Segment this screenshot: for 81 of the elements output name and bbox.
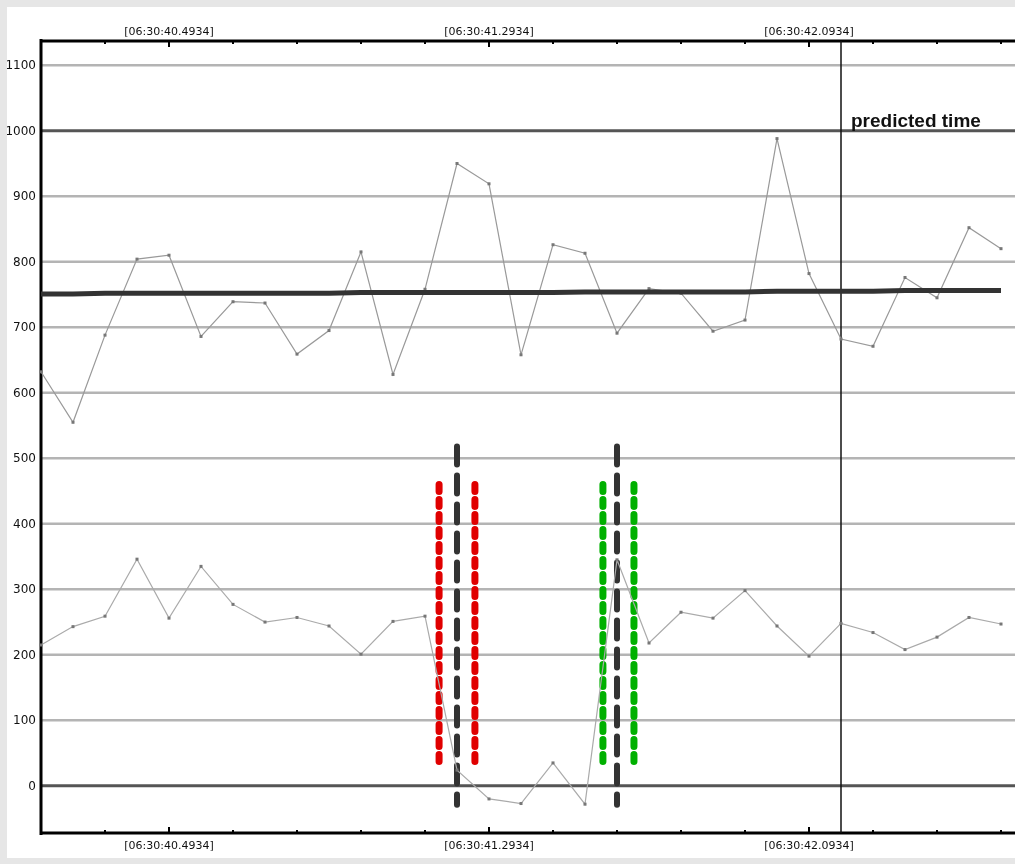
data-point (231, 602, 235, 606)
data-point (455, 162, 459, 165)
data-point (999, 622, 1003, 626)
data-point (359, 250, 363, 254)
y-axis-label: 0 (28, 778, 36, 793)
x-axis-label: [06:30:42.0934] (764, 25, 854, 38)
data-point (999, 247, 1003, 251)
data-point (615, 331, 619, 335)
data-point (679, 610, 683, 614)
y-axis-label: 900 (13, 189, 36, 204)
y-axis-label: 600 (13, 385, 36, 400)
data-point (103, 614, 107, 618)
data-point (903, 648, 907, 652)
data-point (871, 344, 875, 348)
data-point (487, 182, 491, 186)
data-point (231, 300, 235, 304)
data-point (327, 624, 331, 628)
y-axis-label: 1100 (7, 58, 36, 73)
data-point (551, 243, 555, 247)
y-axis-label: 200 (13, 647, 36, 662)
data-point (807, 272, 811, 276)
data-point (391, 619, 395, 623)
y-axis-label: 800 (13, 254, 36, 269)
x-axis-label: [06:30:40.4934] (124, 839, 214, 852)
data-point (199, 334, 203, 338)
data-point (903, 276, 907, 279)
data-point (519, 353, 523, 357)
data-point (935, 635, 939, 639)
data-point (679, 291, 683, 295)
data-point (647, 641, 651, 645)
data-point (935, 296, 939, 300)
data-point (71, 420, 75, 424)
data-point (647, 287, 651, 291)
y-axis-label: 400 (13, 516, 36, 531)
data-point (583, 802, 587, 806)
y-axis-label: 300 (13, 582, 36, 597)
data-point (39, 643, 43, 647)
data-point (327, 329, 331, 333)
data-point (199, 564, 203, 568)
data-point (359, 652, 363, 656)
data-point (711, 329, 715, 333)
data-point (775, 624, 779, 628)
data-point (711, 616, 715, 620)
annotation-label: predicted time (851, 109, 981, 131)
data-point (167, 616, 171, 620)
x-axis-label: [06:30:41.2934] (444, 839, 534, 852)
data-point (839, 621, 843, 625)
x-axis-label: [06:30:42.0934] (764, 839, 854, 852)
data-point (103, 333, 107, 337)
data-point (167, 253, 171, 257)
data-point (871, 631, 875, 635)
y-axis-label: 100 (13, 713, 36, 728)
x-axis-label: [06:30:40.4934] (124, 25, 214, 38)
data-point (967, 226, 971, 230)
data-point (967, 616, 971, 619)
data-point (839, 337, 843, 341)
data-point (615, 558, 619, 562)
data-point (775, 137, 779, 141)
data-point (519, 802, 523, 805)
data-point (295, 352, 299, 356)
data-point (135, 557, 139, 561)
data-point (135, 257, 139, 261)
data-point (263, 301, 267, 305)
data-point (295, 616, 299, 619)
y-axis-label: 500 (13, 451, 36, 466)
data-point (487, 797, 491, 801)
x-axis-label: [06:30:41.2934] (444, 25, 534, 38)
data-point (583, 251, 587, 255)
data-point (807, 654, 811, 658)
data-point (743, 318, 747, 322)
data-point (263, 620, 267, 624)
data-point (71, 625, 75, 629)
data-point (551, 761, 555, 765)
y-axis-label: 1000 (7, 123, 36, 138)
data-point (391, 372, 395, 376)
data-point (423, 287, 427, 291)
data-point (455, 768, 459, 772)
data-point (743, 589, 747, 593)
data-point (423, 614, 427, 618)
data-point (39, 370, 43, 374)
y-axis-label: 700 (13, 320, 36, 335)
